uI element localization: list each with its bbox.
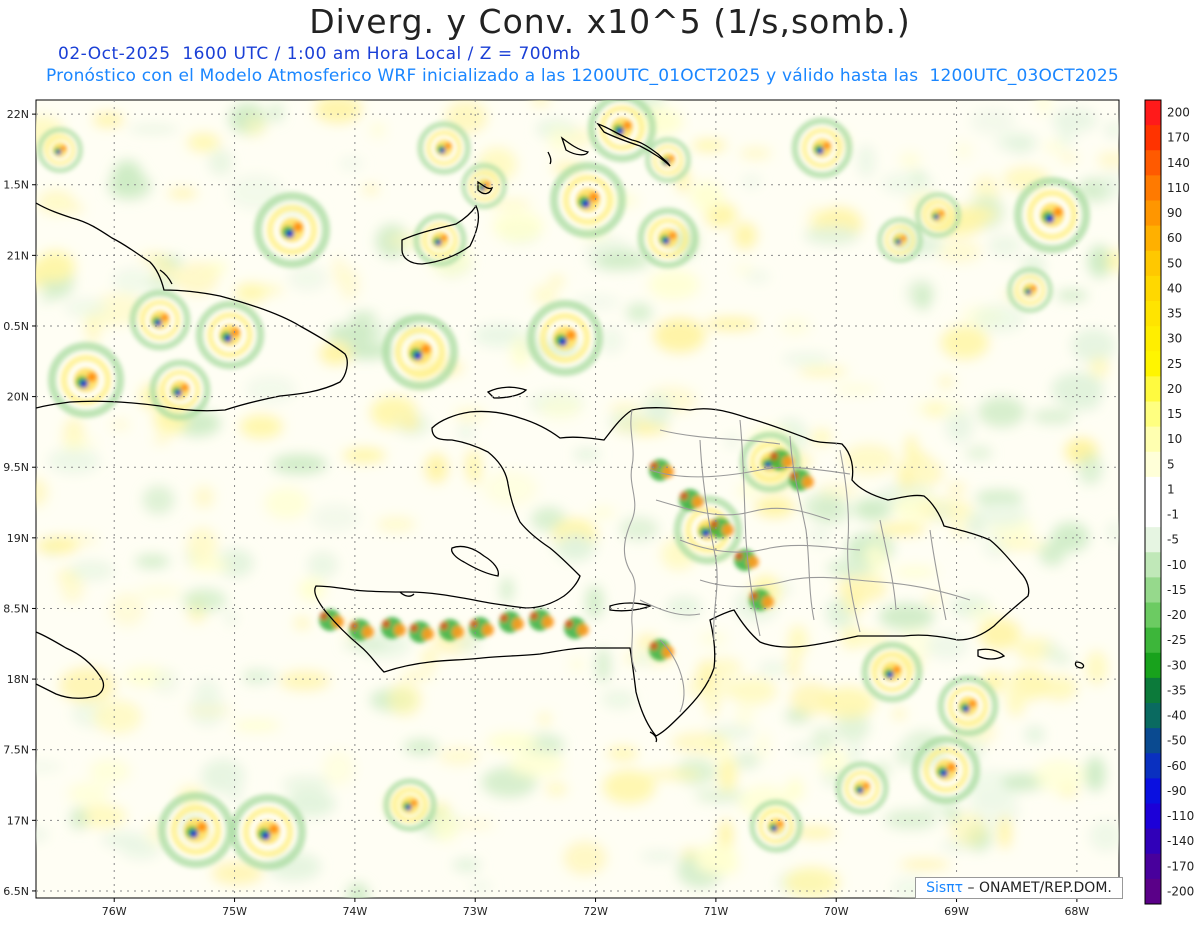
colorbar-label: -170 <box>1167 859 1194 873</box>
lat-tick-label: 19N <box>7 532 29 545</box>
lat-tick-label: 8.5N <box>3 602 29 615</box>
lat-tick-label: 22N <box>7 108 29 121</box>
colorbar-label: -60 <box>1167 759 1187 773</box>
colorbar-label: 200 <box>1167 106 1190 120</box>
colorbar-label: 30 <box>1167 332 1182 346</box>
divergence-map: 22N 1.5N 21N 0.5N 20N 9.5N 19N 8.5N 18N 7.5N 17N 6.… <box>3 99 1194 918</box>
colorbar-label: -140 <box>1167 834 1194 848</box>
colorbar: 200 170 140 110 90 60 50 40 35 30 25 20 15 10 5 1 -1 -5 -1… <box>1144 99 1194 905</box>
colorbar-label: -200 <box>1167 884 1194 898</box>
colorbar-swatch <box>1145 803 1161 830</box>
colorbar-swatch <box>1145 527 1161 553</box>
colorbar-label: -30 <box>1167 658 1187 672</box>
lat-tick-label: 0.5N <box>3 320 29 333</box>
lat-tick-label: 1.5N <box>3 179 29 192</box>
colorbar-swatch <box>1145 301 1161 327</box>
lon-tick-label: 71W <box>703 905 728 918</box>
colorbar-swatch <box>1145 753 1161 779</box>
colorbar-label: 110 <box>1167 181 1190 195</box>
colorbar-swatch <box>1145 627 1161 654</box>
latitude-axis: 22N 1.5N 21N 0.5N 20N 9.5N 19N 8.5N 18N 7.5N 17N 6.… <box>3 108 36 898</box>
colorbar-label: 35 <box>1167 307 1182 321</box>
colorbar-swatch <box>1145 451 1161 478</box>
lat-tick-label: 20N <box>7 391 29 404</box>
colorbar-label: -50 <box>1167 734 1187 748</box>
colorbar-swatch <box>1145 703 1161 729</box>
colorbar-swatch <box>1145 175 1161 202</box>
colorbar-swatch <box>1145 677 1161 704</box>
lat-tick-label: 21N <box>7 249 29 262</box>
colorbar-swatch <box>1145 476 1161 503</box>
lon-tick-label: 74W <box>342 905 367 918</box>
colorbar-swatch <box>1145 100 1161 126</box>
colorbar-label: 20 <box>1167 382 1182 396</box>
colorbar-label: 15 <box>1167 407 1182 421</box>
colorbar-swatch <box>1145 502 1161 528</box>
colorbar-swatch <box>1145 351 1161 377</box>
colorbar-label: 90 <box>1167 206 1182 220</box>
lat-tick-label: 7.5N <box>3 744 29 757</box>
colorbar-label: 40 <box>1167 281 1182 295</box>
colorbar-swatch <box>1145 326 1161 352</box>
colorbar-label: -15 <box>1167 583 1187 597</box>
lon-tick-label: 75W <box>222 905 247 918</box>
colorbar-swatch <box>1145 401 1161 428</box>
colorbar-swatch <box>1145 376 1161 403</box>
colorbar-label: -35 <box>1167 683 1187 697</box>
colorbar-swatch <box>1145 728 1161 754</box>
colorbar-label: 5 <box>1167 457 1175 471</box>
lat-tick-label: 18N <box>7 673 29 686</box>
colorbar-swatch <box>1145 150 1161 176</box>
colorbar-label: 1 <box>1167 482 1175 496</box>
colorbar-label: 60 <box>1167 231 1182 245</box>
lat-tick-label: 17N <box>7 814 29 827</box>
lon-tick-label: 69W <box>944 905 969 918</box>
colorbar-swatch <box>1145 878 1161 905</box>
colorbar-label: 10 <box>1167 432 1182 446</box>
colorbar-label: -110 <box>1167 809 1194 823</box>
colorbar-swatch <box>1145 778 1161 805</box>
credit-brand: Sisπτ <box>926 880 964 896</box>
colorbar-swatch <box>1145 828 1161 855</box>
colorbar-swatch <box>1145 275 1161 302</box>
colorbar-swatch <box>1145 602 1161 629</box>
lon-tick-label: 68W <box>1064 905 1089 918</box>
colorbar-label: 170 <box>1167 131 1190 145</box>
colorbar-label: 140 <box>1167 156 1190 170</box>
colorbar-label: -20 <box>1167 608 1187 622</box>
colorbar-label: -90 <box>1167 784 1187 798</box>
colorbar-label: -10 <box>1167 558 1187 572</box>
lat-tick-label: 6.5N <box>3 885 29 898</box>
colorbar-swatch <box>1145 125 1161 151</box>
colorbar-swatch <box>1145 225 1161 252</box>
credit-box: Sisπτ – ONAMET/REP.DOM. <box>915 877 1123 899</box>
lat-tick-label: 9.5N <box>3 461 29 474</box>
colorbar-label: -5 <box>1167 533 1179 547</box>
colorbar-label: -1 <box>1167 508 1179 522</box>
colorbar-swatch <box>1145 652 1161 679</box>
colorbar-label: 50 <box>1167 256 1182 270</box>
colorbar-swatch <box>1145 200 1161 227</box>
colorbar-label: 25 <box>1167 357 1182 371</box>
colorbar-label: -25 <box>1167 633 1187 647</box>
colorbar-swatch <box>1145 577 1161 604</box>
colorbar-label: -40 <box>1167 709 1187 723</box>
colorbar-swatch <box>1145 250 1161 277</box>
longitude-axis: 76W 75W 74W 73W 72W 71W 70W 69W 68W <box>102 898 1089 918</box>
colorbar-swatch <box>1145 426 1161 453</box>
colorbar-swatch <box>1145 552 1161 578</box>
lon-tick-label: 72W <box>583 905 608 918</box>
lon-tick-label: 70W <box>824 905 849 918</box>
lon-tick-label: 73W <box>463 905 488 918</box>
lon-tick-label: 76W <box>102 905 127 918</box>
colorbar-swatch <box>1145 853 1161 880</box>
credit-org: – ONAMET/REP.DOM. <box>967 880 1112 896</box>
